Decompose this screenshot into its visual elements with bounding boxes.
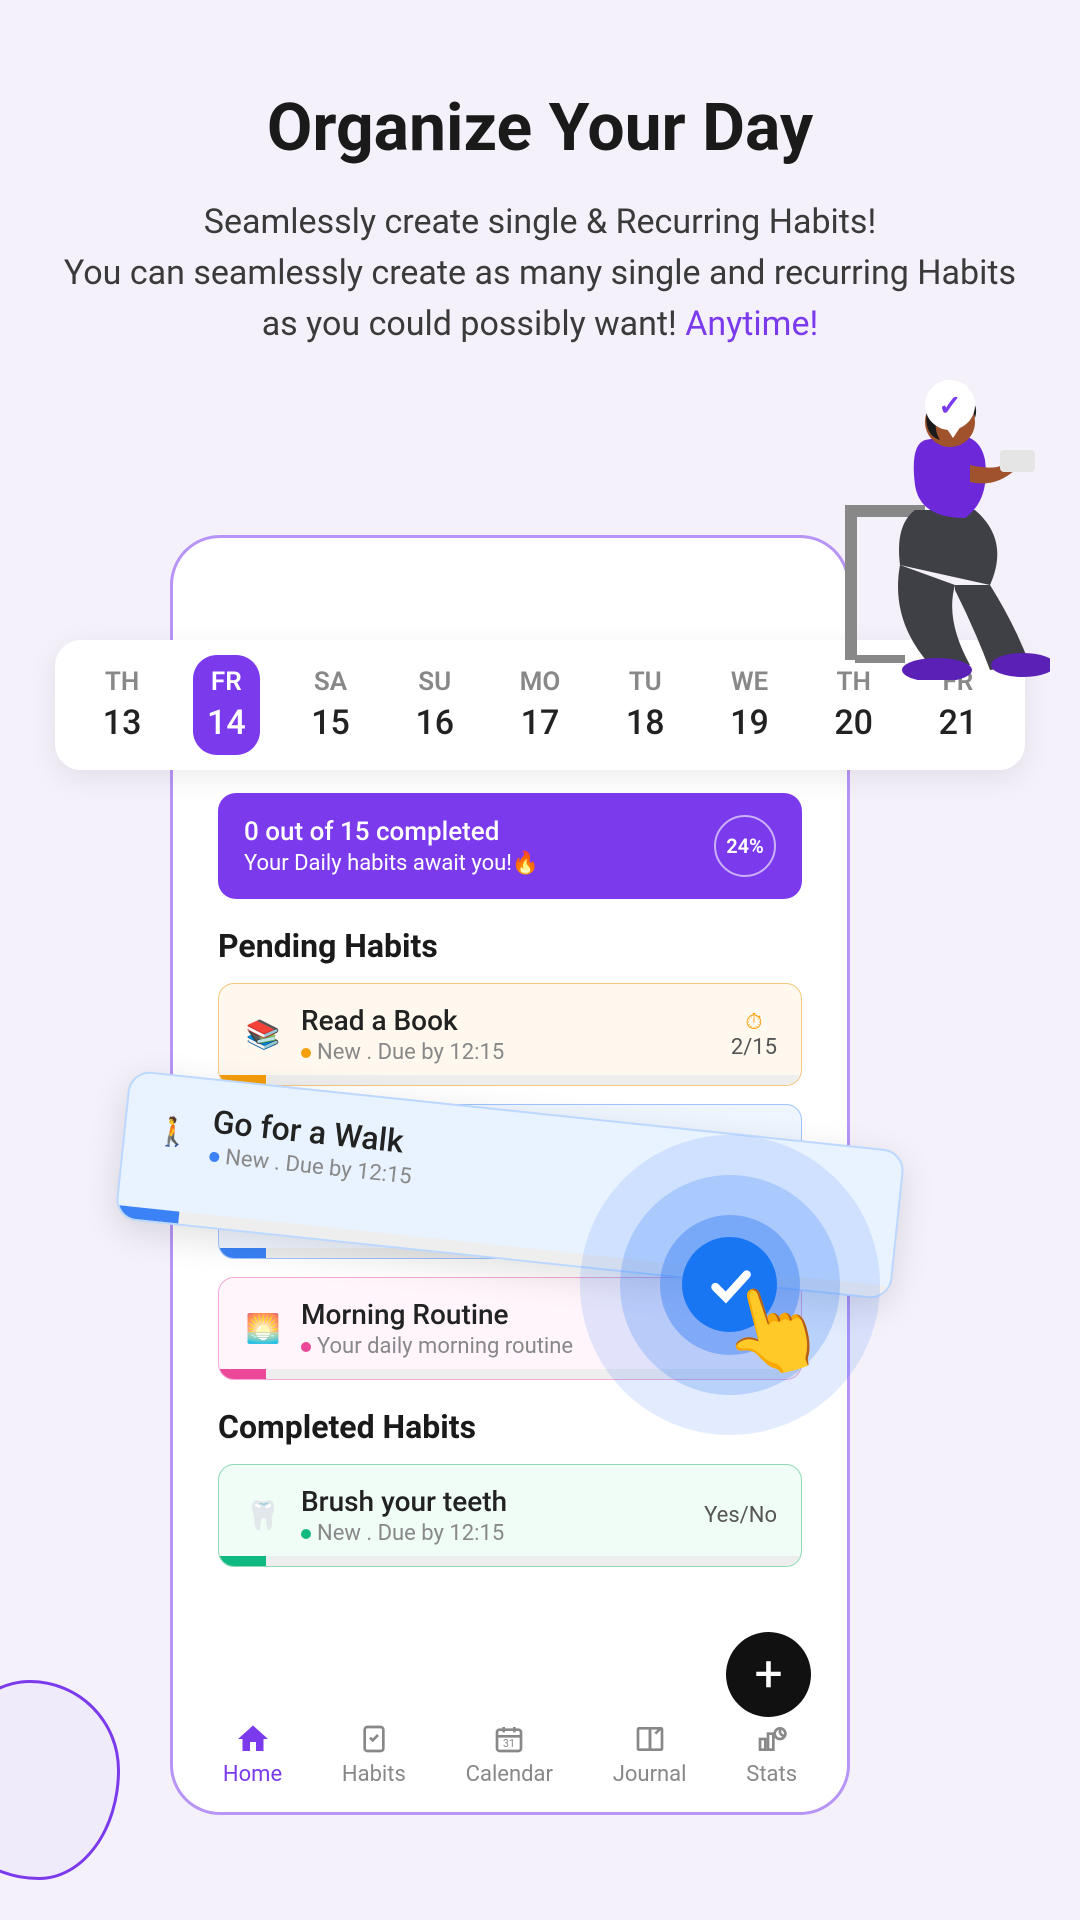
habit-yesno: Yes/No bbox=[704, 1503, 777, 1528]
habit-count: 2/15 bbox=[731, 1035, 777, 1060]
hero-subtitle: Seamlessly create single & Recurring Hab… bbox=[50, 197, 1030, 350]
decorative-blob bbox=[0, 1680, 120, 1880]
walk-icon: 🚶 bbox=[152, 1110, 196, 1154]
nav-habits[interactable]: Habits bbox=[342, 1718, 406, 1787]
add-habit-fab[interactable]: + bbox=[726, 1632, 811, 1717]
nav-stats[interactable]: Stats bbox=[746, 1718, 797, 1787]
habit-title: Read a Book bbox=[301, 1004, 713, 1037]
checklist-icon bbox=[342, 1718, 406, 1760]
day-cell[interactable]: SU16 bbox=[401, 655, 468, 755]
habit-right: ⏱ 2/15 bbox=[731, 1010, 777, 1060]
habit-title: Brush your teeth bbox=[301, 1485, 686, 1518]
hero-title: Organize Your Day bbox=[50, 90, 1030, 167]
nav-label: Home bbox=[223, 1762, 282, 1787]
hero-accent: Anytime! bbox=[685, 304, 818, 344]
nav-journal[interactable]: Journal bbox=[613, 1718, 687, 1787]
progress-text-block: 0 out of 15 completed Your Daily habits … bbox=[244, 817, 539, 876]
day-cell[interactable]: SA15 bbox=[297, 655, 364, 755]
progress-card[interactable]: 0 out of 15 completed Your Daily habits … bbox=[218, 793, 802, 899]
hero-line2: You can seamlessly create as many single… bbox=[50, 248, 1030, 350]
nav-home[interactable]: Home bbox=[223, 1718, 282, 1787]
progress-count: 0 out of 15 completed bbox=[244, 817, 539, 847]
habit-card-brush[interactable]: 🦷 Brush your teeth New . Due by 12:15 Ye… bbox=[218, 1464, 802, 1567]
svg-text:31: 31 bbox=[503, 1737, 515, 1750]
timer-icon: ⏱ bbox=[731, 1010, 777, 1035]
nav-label: Journal bbox=[613, 1762, 687, 1787]
habit-card-read[interactable]: 📚 Read a Book New . Due by 12:15 ⏱ 2/15 bbox=[218, 983, 802, 1086]
progress-ring: 24% bbox=[714, 815, 776, 877]
pending-section-title: Pending Habits bbox=[218, 927, 802, 965]
person-illustration: ✓ bbox=[835, 390, 1050, 680]
habit-meta: New . Due by 12:15 bbox=[301, 1521, 686, 1546]
check-bubble-icon: ✓ bbox=[925, 380, 975, 430]
tooth-icon: 🦷 bbox=[243, 1496, 283, 1536]
nav-label: Calendar bbox=[466, 1762, 553, 1787]
book-icon: 📚 bbox=[243, 1015, 283, 1055]
nav-label: Stats bbox=[746, 1762, 797, 1787]
tap-indicator bbox=[580, 1135, 880, 1435]
habit-meta: New . Due by 12:15 bbox=[301, 1040, 713, 1065]
day-cell[interactable]: TH13 bbox=[89, 655, 156, 755]
day-cell-active[interactable]: FR14 bbox=[193, 655, 260, 755]
day-cell[interactable]: TU18 bbox=[612, 655, 679, 755]
day-cell[interactable]: MO17 bbox=[506, 655, 575, 755]
home-icon bbox=[223, 1718, 282, 1760]
nav-label: Habits bbox=[342, 1762, 406, 1787]
stats-icon bbox=[746, 1718, 797, 1760]
calendar-icon: 31 bbox=[466, 1718, 553, 1760]
hero-line1: Seamlessly create single & Recurring Hab… bbox=[50, 197, 1030, 248]
journal-icon bbox=[613, 1718, 687, 1760]
day-cell[interactable]: WE19 bbox=[716, 655, 783, 755]
nav-calendar[interactable]: 31 Calendar bbox=[466, 1718, 553, 1787]
sunrise-icon: 🌅 bbox=[243, 1309, 283, 1349]
progress-subtitle: Your Daily habits await you!🔥 bbox=[244, 851, 539, 876]
seated-person-icon bbox=[835, 390, 1050, 680]
hero-section: Organize Your Day Seamlessly create sing… bbox=[0, 0, 1080, 380]
bottom-nav: Home Habits 31 Calendar Journal Stats bbox=[193, 1702, 827, 1802]
